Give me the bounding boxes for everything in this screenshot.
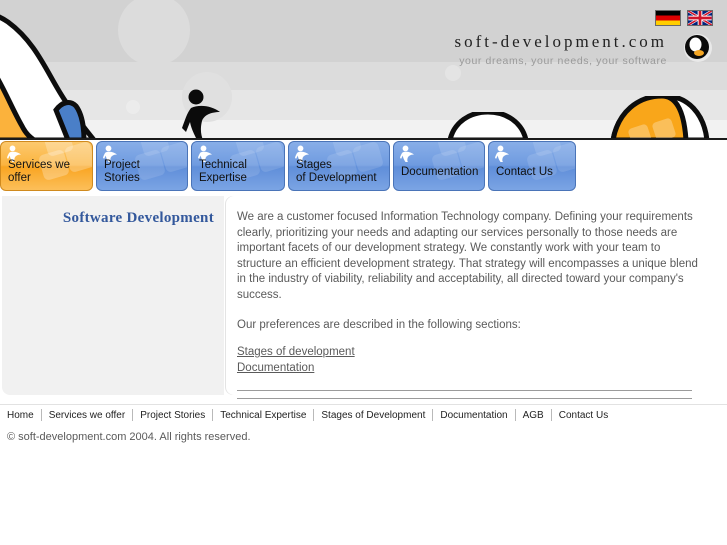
- tab-label-line1: Stages: [296, 159, 332, 171]
- site-title: soft-development.com: [454, 32, 667, 51]
- banner-circle-tiny: [445, 65, 461, 81]
- uk-flag-icon[interactable]: [687, 10, 713, 26]
- tab-documentation[interactable]: Documentation: [393, 141, 485, 191]
- footer-link-contact-us[interactable]: Contact Us: [552, 410, 615, 421]
- tab-decor-square: [41, 142, 75, 158]
- german-flag-icon[interactable]: [655, 10, 681, 26]
- tab-stages-of-development[interactable]: Stages of Development: [288, 141, 390, 191]
- tab-project-stories[interactable]: Project Stories: [96, 141, 188, 191]
- tab-label-line2: Expertise: [199, 172, 247, 184]
- footer-link-project-stories[interactable]: Project Stories: [133, 410, 212, 421]
- divider-rule: [237, 398, 692, 400]
- uk-flag-glyph: [688, 11, 712, 25]
- tab-label-line2: offer: [8, 172, 31, 184]
- footer-links: Home Services we offer Project Stories T…: [5, 409, 615, 421]
- footer-link-technical-expertise[interactable]: Technical Expertise: [213, 410, 313, 421]
- tab-decor-square: [137, 142, 171, 158]
- tab-label: Technical Expertise: [199, 159, 280, 185]
- tab-label-line1: Project: [104, 159, 140, 171]
- site-banner: [0, 0, 727, 140]
- tab-technical-expertise[interactable]: Technical Expertise: [191, 141, 285, 191]
- copyright-text: © soft-development.com 2004. All rights …: [7, 431, 251, 443]
- tab-decor-square: [529, 142, 563, 158]
- person-icon: [495, 145, 509, 162]
- left-panel: Software Development: [2, 196, 224, 395]
- tab-decor-square: [232, 142, 266, 158]
- page-title: Software Development: [62, 210, 214, 226]
- site-logo-block: soft-development.com your dreams, your n…: [455, 33, 714, 67]
- link-documentation[interactable]: Documentation: [237, 361, 719, 377]
- tab-contact-us[interactable]: Contact Us: [488, 141, 576, 191]
- banner-dome-orange: [610, 96, 710, 140]
- tab-label-line1: Services we: [8, 159, 70, 171]
- preferences-line: Our preferences are described in the fol…: [237, 318, 521, 331]
- tab-label: Contact Us: [496, 166, 571, 179]
- intro-paragraph: We are a customer focused Information Te…: [237, 211, 698, 301]
- tab-label-line1: Documentation: [401, 166, 479, 178]
- tab-label-line2: Stories: [104, 172, 140, 184]
- tab-decor-square: [434, 142, 468, 158]
- person-icon: [400, 145, 414, 162]
- footer-separator: [0, 404, 727, 405]
- link-stages-of-development[interactable]: Stages of development: [237, 345, 719, 361]
- footer-link-agb[interactable]: AGB: [516, 410, 551, 421]
- banner-bottom-rule: [0, 138, 727, 140]
- main-navigation-tabs: Services we offer Project Stories Techni…: [0, 141, 727, 193]
- yin-yang-sphere-logo-icon: [684, 34, 712, 62]
- tab-label: Project Stories: [104, 159, 183, 185]
- banner-swoosh-graphic: [0, 14, 98, 140]
- main-content-area: Software Development We are a customer f…: [0, 196, 727, 400]
- tab-services-we-offer[interactable]: Services we offer: [0, 141, 93, 191]
- site-tagline: your dreams, your needs, your software: [459, 55, 667, 67]
- tab-label-line2: of Development: [296, 172, 377, 184]
- running-person-icon: [182, 89, 220, 140]
- content-panel: We are a customer focused Information Te…: [226, 196, 727, 400]
- tab-label: Services we offer: [8, 159, 88, 185]
- language-flag-switcher: [655, 10, 713, 26]
- tab-label: Stages of Development: [296, 159, 385, 185]
- tab-label: Documentation: [401, 166, 480, 179]
- content-divider-rules: [237, 390, 692, 400]
- footer-link-documentation[interactable]: Documentation: [433, 410, 514, 421]
- tab-label-line1: Contact Us: [496, 166, 553, 178]
- tab-decor-square: [329, 142, 363, 158]
- footer-link-services-we-offer[interactable]: Services we offer: [42, 410, 133, 421]
- footer-link-stages-of-development[interactable]: Stages of Development: [314, 410, 432, 421]
- tab-label-line1: Technical: [199, 159, 247, 171]
- banner-dome-white: [448, 112, 528, 140]
- footer-link-home[interactable]: Home: [5, 410, 41, 421]
